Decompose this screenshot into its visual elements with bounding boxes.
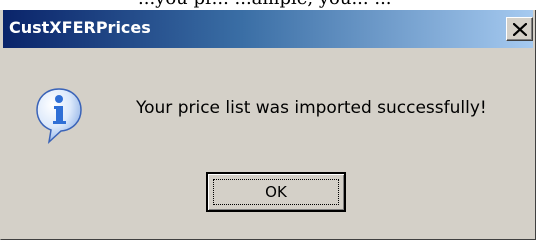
close-button[interactable] [506,17,533,41]
close-icon [513,23,527,36]
message-box-dialog: CustXFERPrices Your price list was impor… [0,10,536,240]
ok-button[interactable]: OK [206,172,346,212]
dialog-titlebar[interactable]: CustXFERPrices [3,10,533,48]
dialog-message: Your price list was imported successfull… [136,98,487,118]
information-icon [34,86,84,146]
background-document-strip: ...you pr... ...ample, you... ... [0,0,536,10]
screen: ...you pr... ...ample, you... ... CustXF… [0,0,536,240]
ok-button-label: OK [265,183,287,201]
background-document-text: ...you pr... ...ample, you... ... [138,0,392,9]
dialog-title: CustXFERPrices [9,18,151,37]
